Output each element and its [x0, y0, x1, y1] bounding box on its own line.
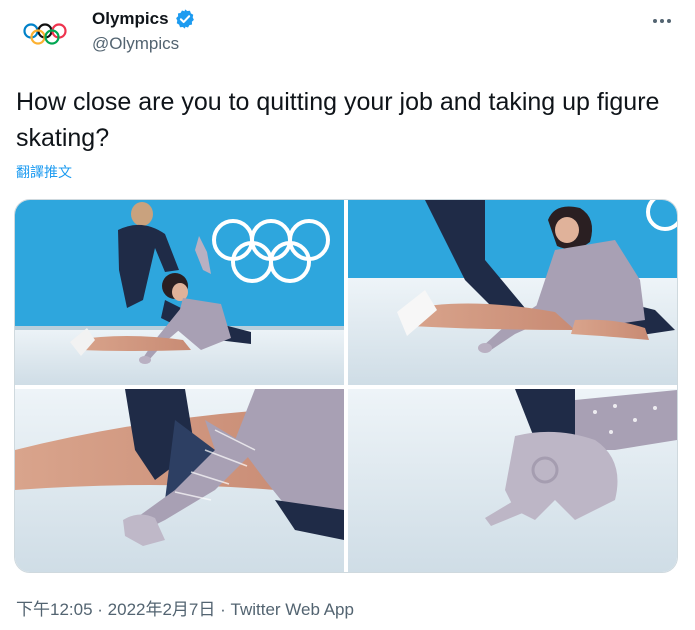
photo-2[interactable] — [348, 200, 677, 385]
translate-tweet-link[interactable]: 翻譯推文 — [16, 162, 72, 182]
photo-3[interactable] — [15, 389, 344, 572]
verified-badge-icon — [175, 9, 194, 29]
tweet-header: Olympics @Olympics — [16, 6, 681, 58]
more-horizontal-icon — [653, 19, 671, 23]
account-names: Olympics @Olympics — [92, 8, 196, 56]
more-options-button[interactable] — [649, 8, 675, 34]
tweet-text: How close are you to quitting your job a… — [16, 88, 660, 152]
media-grid — [14, 199, 678, 573]
tweet-date[interactable]: 2022年2月7日 — [108, 600, 216, 619]
meta-separator: · — [92, 600, 108, 619]
olympic-rings-icon — [23, 23, 67, 45]
account-handle[interactable]: @Olympics — [92, 32, 196, 56]
tweet-time[interactable]: 下午12:05 — [16, 600, 93, 619]
display-name[interactable]: Olympics — [92, 8, 169, 30]
meta-separator: · — [215, 600, 231, 619]
avatar[interactable] — [16, 10, 74, 58]
photo-1[interactable] — [15, 200, 344, 385]
tweet-meta: 下午12:05 · 2022年2月7日 · Twitter Web App — [16, 595, 354, 620]
photo-4[interactable] — [348, 389, 677, 572]
tweet-source: Twitter Web App — [230, 600, 354, 619]
